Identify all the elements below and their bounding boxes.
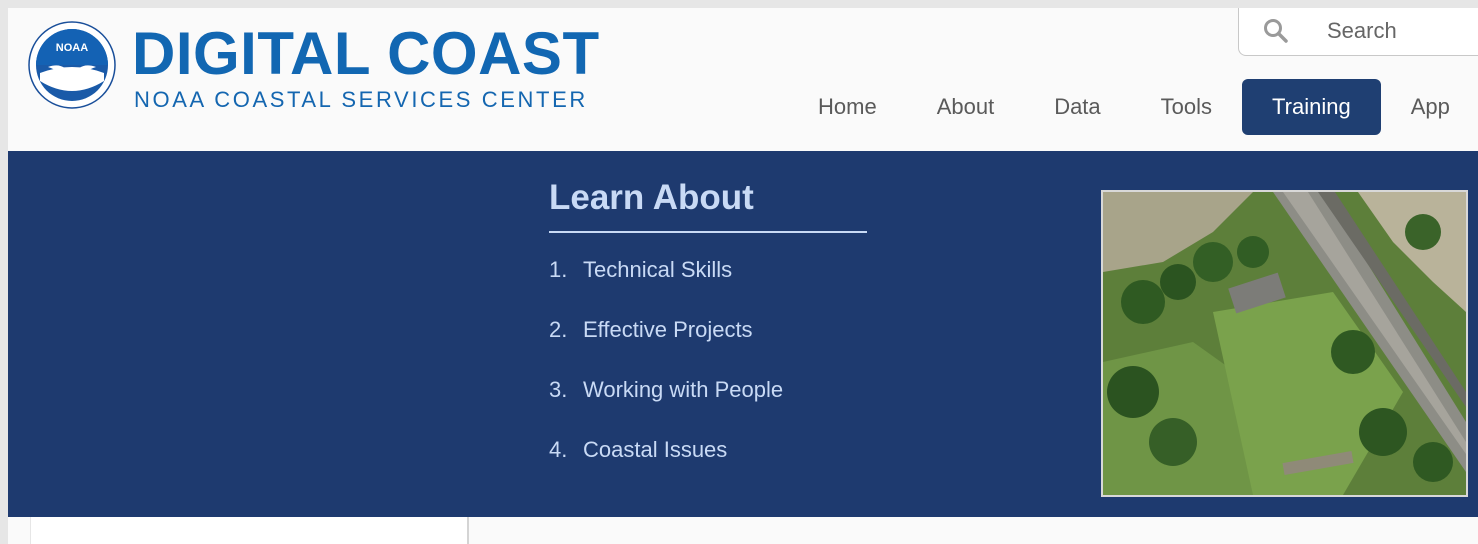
learn-link-coastal-issues[interactable]: 4. Coastal Issues (549, 437, 727, 462)
noaa-seal-icon: NOAA (28, 21, 116, 109)
learn-item-working-with-people: 3. Working with People (549, 375, 783, 435)
seal-text: NOAA (56, 42, 88, 54)
site-logo-link[interactable]: NOAA DIGITAL COAST NOAA COASTAL SERVICES… (28, 18, 628, 113)
nav-data[interactable]: Data (1024, 79, 1130, 135)
list-label: Technical Skills (583, 257, 733, 282)
list-number: 2. (549, 317, 568, 342)
logo-title: DIGITAL COAST (132, 20, 600, 87)
learn-link-working-with-people[interactable]: 3. Working with People (549, 377, 783, 402)
search-icon[interactable] (1263, 18, 1289, 44)
logo-subtitle: NOAA COASTAL SERVICES CENTER (134, 87, 588, 112)
heading-divider (549, 231, 867, 233)
list-number: 1. (549, 257, 568, 282)
learn-about-list: 1. Technical Skills 2. Effective Projects … (549, 255, 783, 495)
aerial-photo (1101, 190, 1468, 497)
nav-about[interactable]: About (907, 79, 1025, 135)
learn-about-banner: Learn About 1. Technical Skills 2. Effecti… (8, 151, 1478, 517)
content-area (8, 517, 1478, 544)
page: NOAA DIGITAL COAST NOAA COASTAL SERVICES… (8, 8, 1478, 544)
list-label: Effective Projects (583, 317, 753, 342)
main-nav: Home About Data Tools Training App (788, 79, 1478, 135)
search-box (1238, 8, 1478, 56)
learn-link-technical-skills[interactable]: 1. Technical Skills (549, 257, 732, 282)
nav-tools[interactable]: Tools (1131, 79, 1242, 135)
search-input[interactable] (1327, 16, 1478, 46)
list-number: 3. (549, 377, 568, 402)
aerial-photo-image (1103, 192, 1466, 495)
sidebar-panel (30, 517, 469, 544)
learn-item-technical-skills: 1. Technical Skills (549, 255, 783, 315)
nav-applications[interactable]: App (1381, 79, 1478, 135)
list-number: 4. (549, 437, 568, 462)
learn-item-effective-projects: 2. Effective Projects (549, 315, 783, 375)
nav-home[interactable]: Home (788, 79, 907, 135)
learn-about-heading: Learn About (549, 178, 754, 217)
nav-training[interactable]: Training (1242, 79, 1381, 135)
learn-link-effective-projects[interactable]: 2. Effective Projects (549, 317, 753, 342)
list-label: Coastal Issues (583, 437, 728, 462)
site-header: NOAA DIGITAL COAST NOAA COASTAL SERVICES… (8, 8, 1478, 151)
list-label: Working with People (583, 377, 784, 402)
learn-item-coastal-issues: 4. Coastal Issues (549, 435, 783, 495)
